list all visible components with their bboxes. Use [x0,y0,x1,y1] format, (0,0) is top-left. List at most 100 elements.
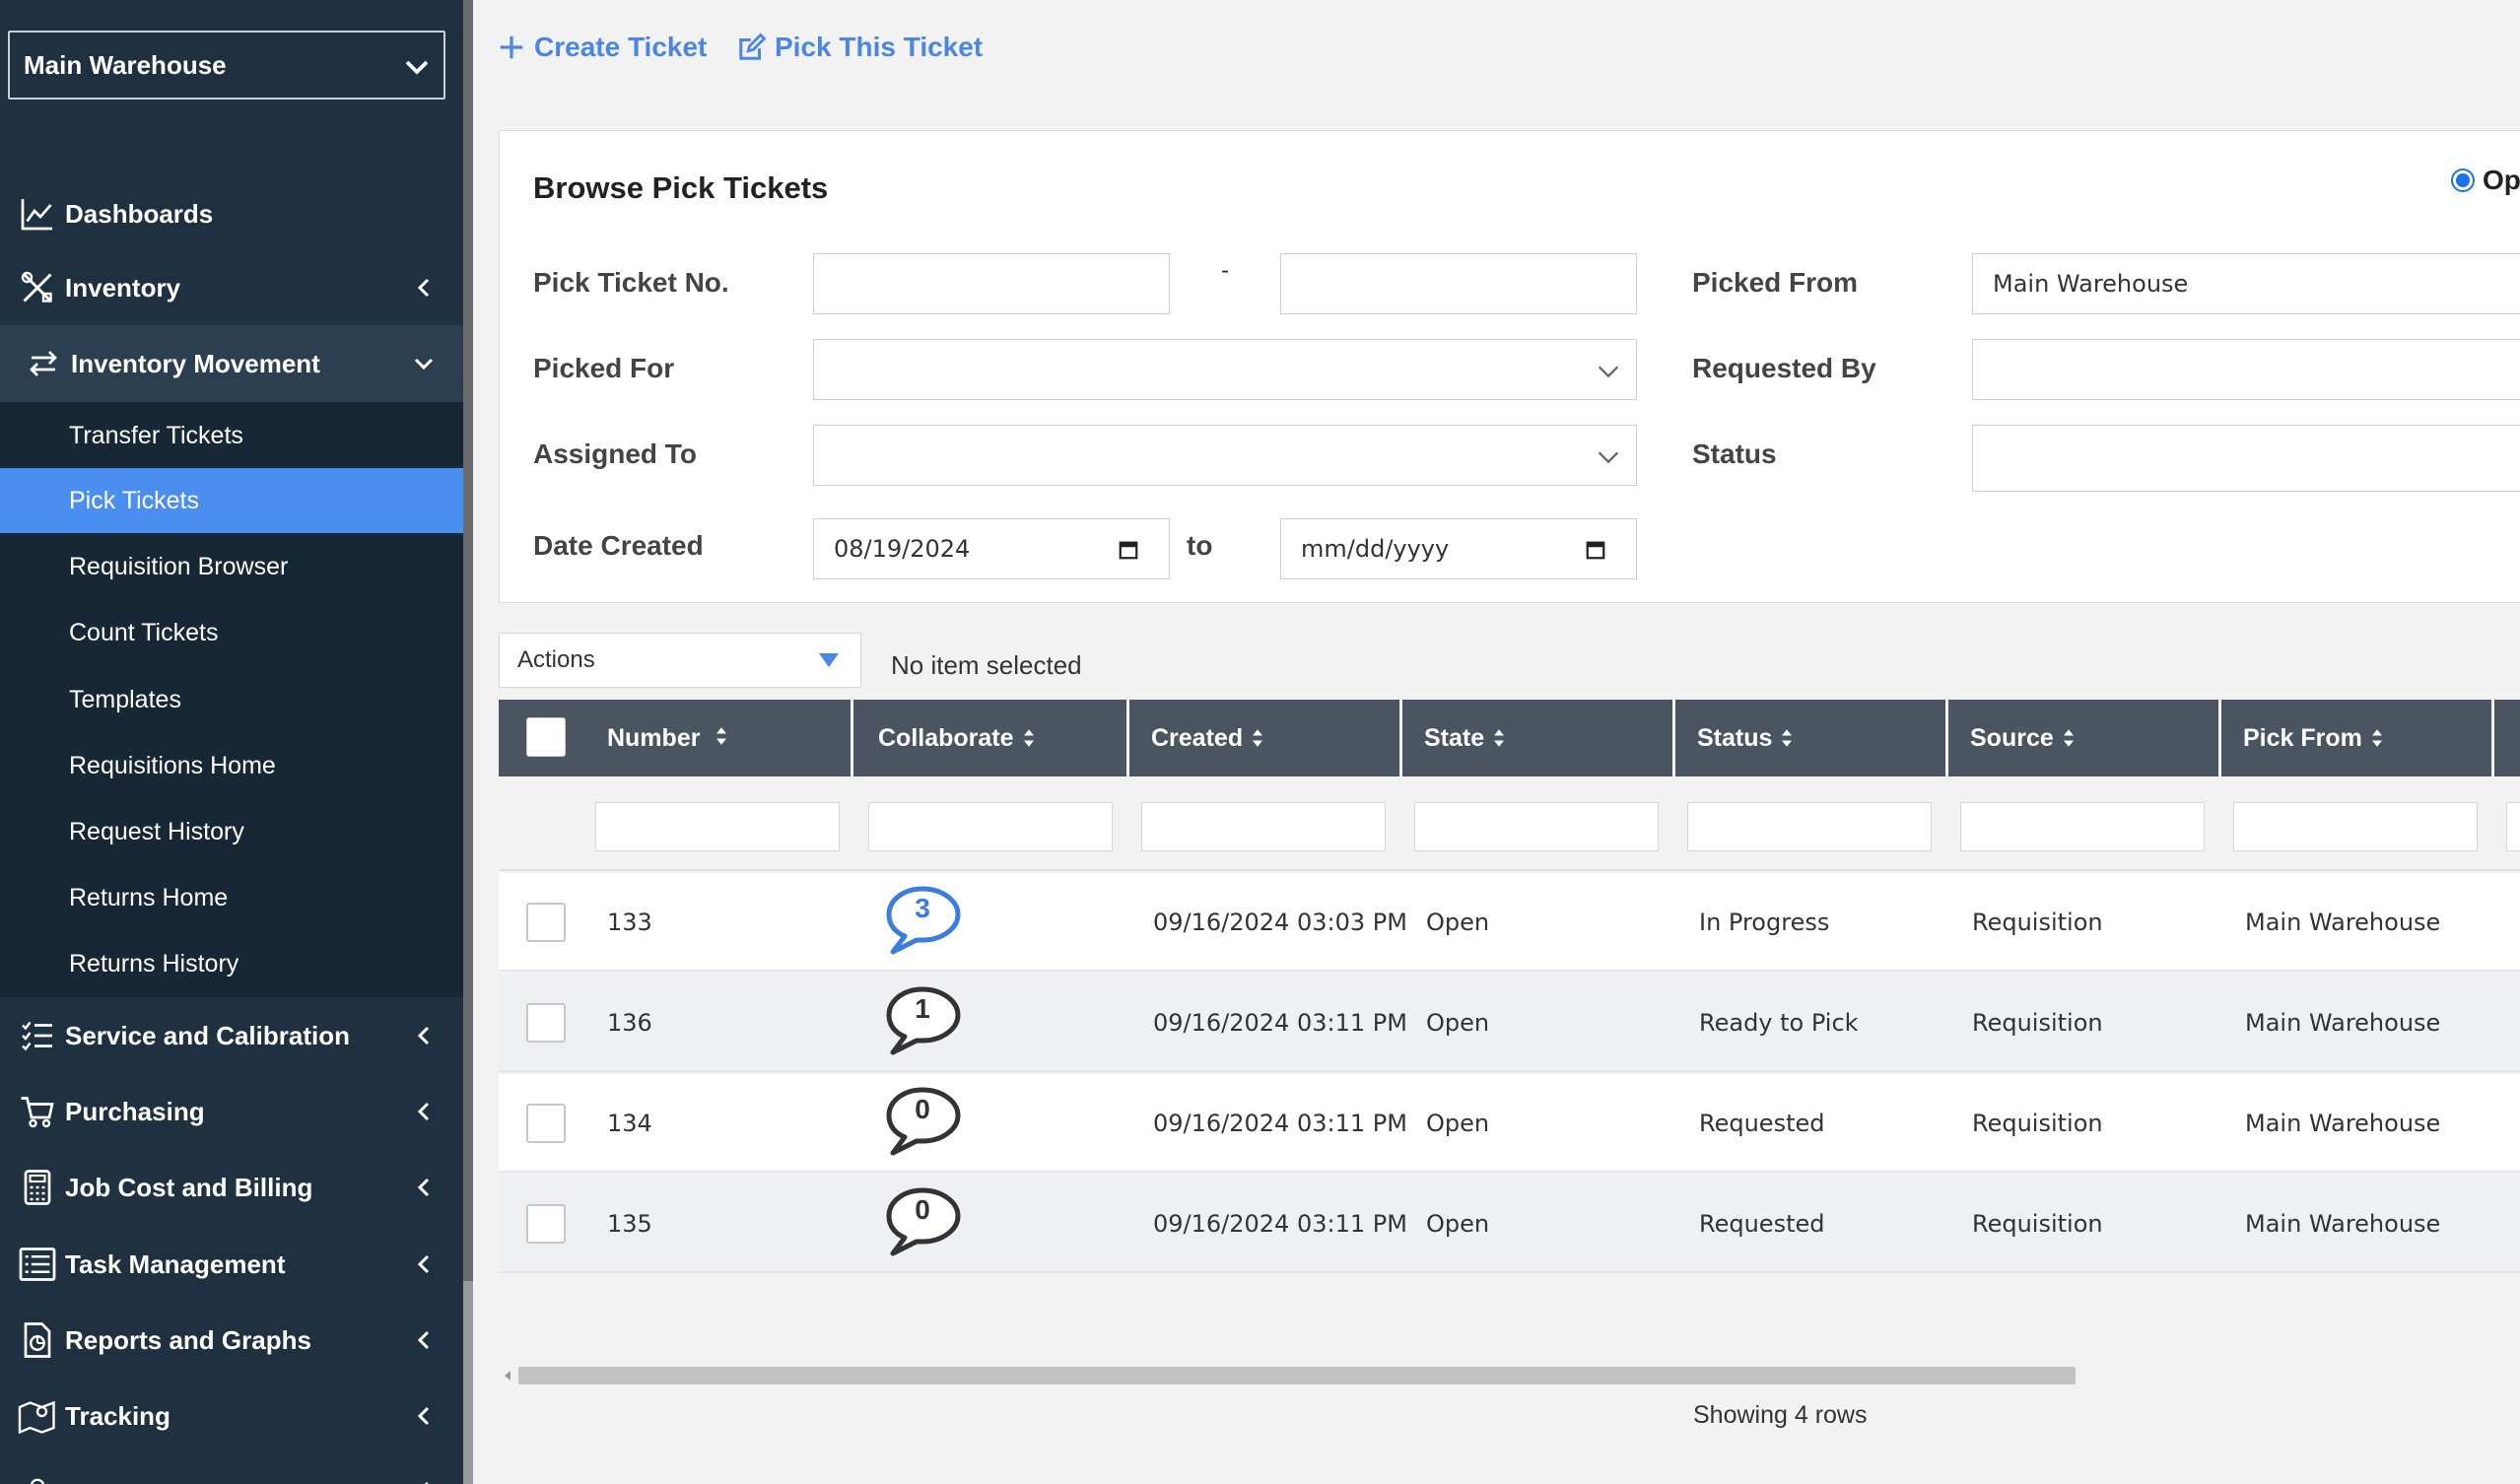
pick-ticket-from-input[interactable] [813,253,1170,314]
cell-state: Open [1426,909,1490,936]
chevron-left-icon [417,1026,430,1046]
chevron-left-icon [417,1178,430,1197]
date-from-input[interactable]: 08/19/2024 [813,518,1170,579]
sub-menu: Transfer Tickets Pick Tickets Requisitio… [0,402,463,997]
sort-icon [716,726,727,745]
filter-number-input[interactable] [595,802,840,851]
collaborate-bubble[interactable]: 3 [885,883,966,962]
picked-for-select[interactable] [813,339,1637,400]
filter-collaborate-input[interactable] [868,802,1113,851]
pick-ticket-no-label: Pick Ticket No. [533,267,729,298]
table-row[interactable]: 133 3 09/16/2024 03:03 PM Open In Progre… [499,873,2520,972]
browse-panel: Browse Pick Tickets Op Pick Ticket No. -… [499,130,2520,603]
date-from-value: 08/19/2024 [834,535,971,563]
picked-from-input[interactable]: Main Warehouse [1972,253,2520,314]
filter-status-input[interactable] [1687,802,1932,851]
cell-number: 133 [607,909,652,936]
sidebar: Main Warehouse Dashboards Inventory Inve… [0,0,463,1484]
date-to-input[interactable]: mm/dd/yyyy [1280,518,1637,579]
nav-task-management[interactable]: Task Management [0,1230,463,1299]
column-header-collaborate[interactable]: Collaborate [856,700,1129,776]
column-header-status[interactable]: Status [1675,700,1948,776]
sort-icon [2063,729,2074,747]
radio-selected-icon [2451,169,2475,192]
pick-this-ticket-button[interactable]: Pick This Ticket [737,32,983,63]
horizontal-scrollbar[interactable] [518,1367,2076,1384]
row-checkbox[interactable] [526,1204,566,1244]
filter-source-input[interactable] [1960,802,2205,851]
nav-tracking[interactable]: Tracking [0,1382,463,1450]
cell-number: 136 [607,1009,652,1037]
status-input[interactable] [1972,425,2520,492]
calendar-icon [1586,541,1605,560]
nav-dashboards[interactable]: Dashboards [0,179,463,248]
date-to-value: mm/dd/yyyy [1301,535,1450,563]
actions-select[interactable]: Actions [499,633,861,688]
radio-open[interactable]: Op [2451,165,2520,196]
warehouse-select[interactable]: Main Warehouse [8,31,445,100]
header-select-cell: Number [499,700,853,776]
collaborate-bubble[interactable]: 0 [885,1084,966,1163]
sidebar-item-transfer-tickets[interactable]: Transfer Tickets [0,403,463,468]
collaborate-bubble[interactable]: 0 [885,1184,966,1263]
create-ticket-button[interactable]: Create Ticket [497,32,707,63]
sort-icon [1494,729,1505,747]
column-label: Number [607,723,701,752]
sidebar-item-pick-tickets[interactable]: Pick Tickets [0,468,463,533]
cell-pick-from: Main Warehouse [2245,1009,2441,1037]
sidebar-scrollbar[interactable] [463,0,473,1281]
filter-state-input[interactable] [1414,802,1659,851]
column-header-created[interactable]: Created [1129,700,1402,776]
chevron-left-icon [417,1102,430,1121]
sidebar-item-templates[interactable]: Templates [0,667,463,732]
sidebar-item-requisitions-home[interactable]: Requisitions Home [0,733,463,798]
pick-ticket-to-input[interactable] [1280,253,1637,314]
cell-status: Requested [1699,1110,1825,1137]
column-header-pick-from[interactable]: Pick From [2221,700,2494,776]
table-header: Number Collaborate Created State Status … [499,700,2520,776]
collaborate-count: 3 [915,893,930,923]
column-header-source[interactable]: Source [1948,700,2221,776]
chevron-down-icon [1598,366,1619,378]
requested-by-input[interactable] [1972,339,2520,400]
nav-purchasing[interactable]: Purchasing [0,1077,463,1146]
row-checkbox[interactable] [526,903,566,942]
row-checkbox[interactable] [526,1104,566,1143]
collaborate-bubble[interactable]: 1 [885,983,966,1062]
cell-created: 09/16/2024 03:11 PM [1153,1110,1407,1137]
nav-inventory-movement[interactable]: Inventory Movement [0,325,463,402]
filter-created-input[interactable] [1141,802,1386,851]
nav-label: Service and Calibration [65,1020,350,1050]
column-label: Collaborate [878,723,1014,752]
nav-service-calibration[interactable]: Service and Calibration [0,1001,463,1070]
nav-inventory[interactable]: Inventory [0,253,463,322]
filter-extra-input[interactable] [2506,802,2520,851]
select-all-checkbox[interactable] [526,717,566,757]
cell-state: Open [1426,1009,1490,1037]
sidebar-item-returns-home[interactable]: Returns Home [0,865,463,930]
column-header-state[interactable]: State [1402,700,1675,776]
sidebar-item-count-tickets[interactable]: Count Tickets [0,600,463,665]
scroll-left-arrow-icon[interactable] [505,1371,511,1381]
table-row[interactable]: 134 0 09/16/2024 03:11 PM Open Requested… [499,1074,2520,1173]
nav-job-cost-billing[interactable]: Job Cost and Billing [0,1153,463,1222]
table-row[interactable]: 135 0 09/16/2024 03:11 PM Open Requested… [499,1175,2520,1273]
nav-label: Tracking [65,1400,170,1431]
column-header-number[interactable]: Number [607,724,728,753]
cell-created: 09/16/2024 03:11 PM [1153,1009,1407,1037]
report-icon [18,1320,57,1360]
row-checkbox[interactable] [526,1003,566,1043]
sidebar-item-request-history[interactable]: Request History [0,799,463,864]
status-label: Status [1692,438,1777,469]
sidebar-item-requisition-browser[interactable]: Requisition Browser [0,534,463,599]
collaborate-count: 0 [915,1194,930,1225]
filter-pick-from-input[interactable] [2233,802,2478,851]
chart-line-icon [18,194,57,234]
nav-partial-item[interactable] [0,1456,463,1484]
cell-number: 134 [607,1110,652,1137]
table-row[interactable]: 136 1 09/16/2024 03:11 PM Open Ready to … [499,974,2520,1072]
assigned-to-select[interactable] [813,425,1637,486]
sidebar-item-returns-history[interactable]: Returns History [0,931,463,996]
cell-status: Ready to Pick [1699,1009,1859,1037]
nav-reports-graphs[interactable]: Reports and Graphs [0,1306,463,1375]
